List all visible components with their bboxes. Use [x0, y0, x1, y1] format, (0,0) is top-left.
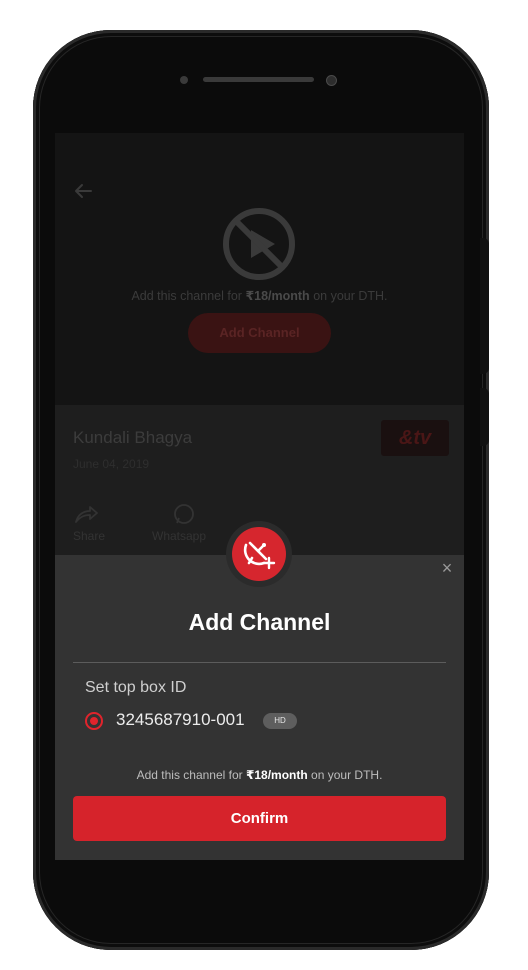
satellite-add-icon: [243, 541, 276, 570]
share-label: Share: [73, 529, 106, 543]
share-action[interactable]: Share: [73, 503, 105, 543]
volume-button: [480, 238, 489, 374]
stb-label: Set top box ID: [85, 679, 187, 696]
stb-id[interactable]: 3245687910-001: [116, 710, 245, 730]
sheet-price-message: Add this channel for ₹18/month on your D…: [136, 768, 383, 782]
channel-logo: &tv: [381, 420, 449, 456]
sheet-divider: [73, 662, 446, 663]
sheet-badge: [226, 521, 292, 587]
share-icon: [75, 506, 98, 523]
whatsapp-action[interactable]: Whatsapp: [152, 503, 206, 543]
earpiece-speaker: [203, 77, 314, 82]
show-date: June 04, 2019: [73, 457, 150, 471]
video-player: Add this channel for ₹18/month on your D…: [55, 133, 464, 405]
whatsapp-icon: [174, 504, 194, 524]
player-price-message: Add this channel for ₹18/month on your D…: [131, 289, 388, 303]
power-button: [480, 388, 489, 446]
front-camera: [326, 75, 337, 86]
stb-radio[interactable]: [85, 712, 103, 730]
whatsapp-label: Whatsapp: [152, 529, 207, 543]
add-channel-sheet: × Add Channel Set top box ID 3245687910-…: [55, 555, 464, 860]
blocked-play-icon: [223, 208, 295, 280]
show-title: Kundali Bhagya: [73, 428, 193, 447]
back-arrow-icon[interactable]: [71, 179, 95, 203]
confirm-button[interactable]: Confirm: [73, 796, 446, 841]
close-icon[interactable]: ×: [438, 559, 456, 577]
add-channel-button[interactable]: Add Channel: [188, 313, 331, 353]
sheet-title: Add Channel: [188, 609, 331, 635]
app-screen: Add this channel for ₹18/month on your D…: [55, 133, 464, 860]
hd-badge: HD: [263, 713, 297, 729]
sensor-dot: [180, 76, 188, 84]
